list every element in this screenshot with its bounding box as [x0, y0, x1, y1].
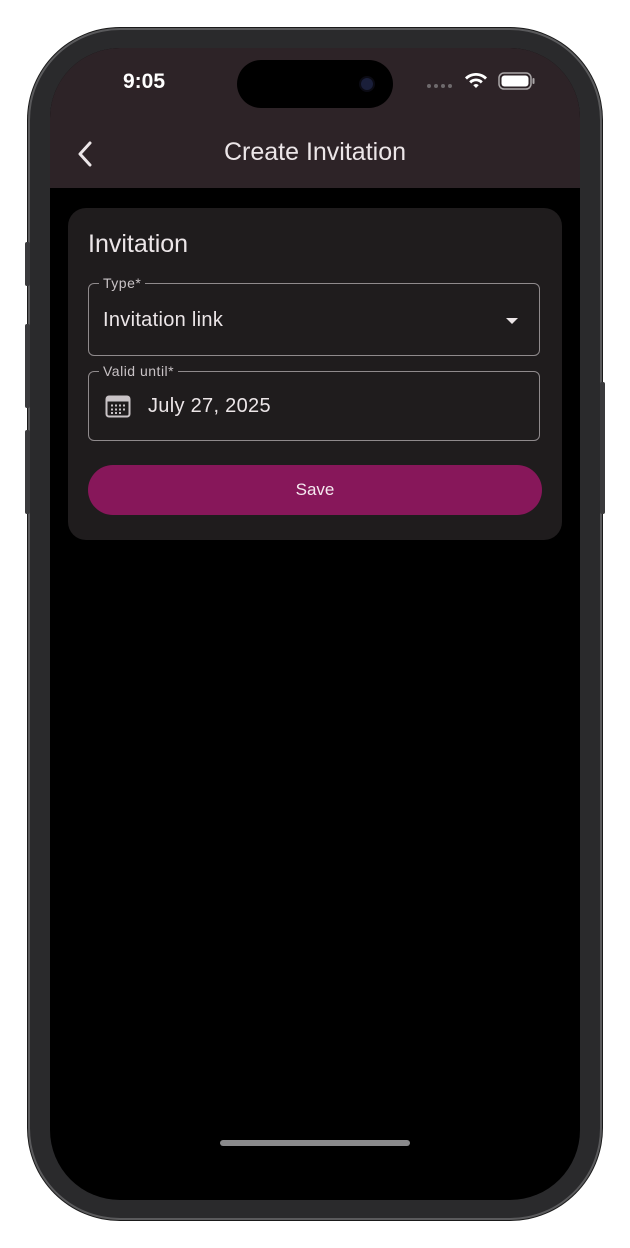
- volume-down-button: [25, 430, 30, 514]
- cellular-signal-icon: [427, 84, 452, 88]
- home-indicator[interactable]: [220, 1140, 410, 1146]
- camera-icon: [361, 78, 373, 90]
- status-time: 9:05: [123, 70, 166, 93]
- save-button[interactable]: Save: [88, 465, 542, 515]
- type-dropdown[interactable]: Type* Invitation link: [88, 275, 540, 356]
- invitation-card: Invitation Type* Invitation link Valid u…: [68, 208, 562, 540]
- valid-until-date-field[interactable]: Valid until* July 27, 2025: [88, 363, 540, 441]
- action-button: [25, 242, 30, 286]
- type-field-value: Invitation link: [103, 309, 224, 331]
- power-button: [600, 382, 605, 514]
- valid-until-field-label: Valid until*: [99, 363, 179, 379]
- wifi-icon: [465, 73, 487, 88]
- volume-up-button: [25, 324, 30, 408]
- dropdown-arrow-icon: [506, 318, 518, 324]
- screen: 9:05 Create Invitation Invitation Type* …: [50, 48, 580, 1200]
- type-field-label: Type*: [99, 275, 146, 291]
- battery-icon: [498, 72, 535, 90]
- valid-until-field-value: July 27, 2025: [148, 395, 271, 417]
- page-title: Create Invitation: [223, 138, 407, 166]
- dynamic-island: [237, 60, 393, 108]
- app-bar: 9:05 Create Invitation: [50, 48, 580, 188]
- card-title: Invitation: [88, 230, 189, 258]
- calendar-icon: [105, 395, 131, 418]
